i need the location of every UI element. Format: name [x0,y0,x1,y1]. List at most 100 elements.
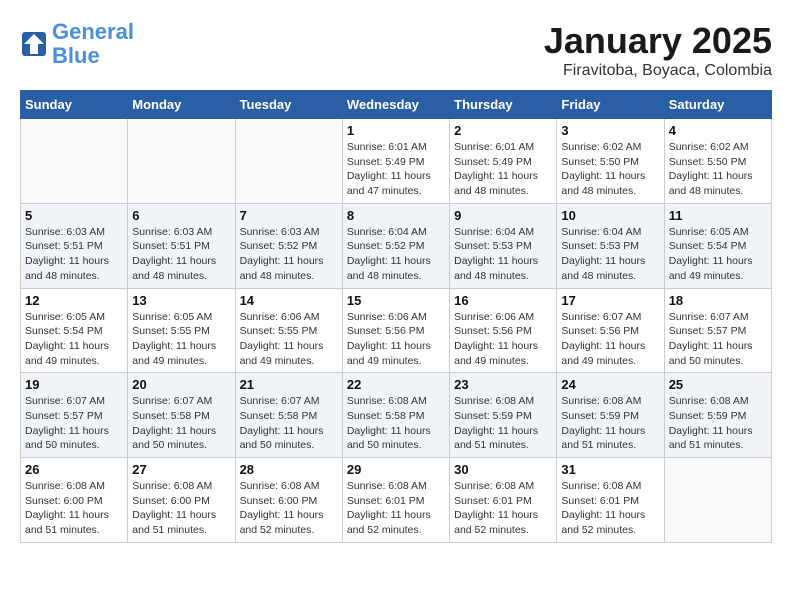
day-number: 31 [561,462,659,477]
day-info: Sunrise: 6:05 AM Sunset: 5:54 PM Dayligh… [25,310,123,369]
calendar-cell: 3 Sunrise: 6:02 AM Sunset: 5:50 PM Daylig… [557,119,664,204]
day-info: Sunrise: 6:06 AM Sunset: 5:56 PM Dayligh… [347,310,445,369]
calendar-cell [21,119,128,204]
day-header-tuesday: Tuesday [235,91,342,119]
calendar-cell: 24Sunrise: 6:08 AM Sunset: 5:59 PM Dayli… [557,373,664,458]
calendar-week-row: 19Sunrise: 6:07 AM Sunset: 5:57 PM Dayli… [21,373,772,458]
day-number: 18 [669,293,767,308]
month-title: January 2025 [544,20,772,62]
day-header-thursday: Thursday [450,91,557,119]
day-info: Sunrise: 6:07 AM Sunset: 5:58 PM Dayligh… [132,394,230,453]
day-number: 15 [347,293,445,308]
day-info: Sunrise: 6:04 AM Sunset: 5:53 PM Dayligh… [454,225,552,284]
day-info: Sunrise: 6:04 AM Sunset: 5:53 PM Dayligh… [561,225,659,284]
day-number: 27 [132,462,230,477]
day-header-wednesday: Wednesday [342,91,449,119]
calendar-cell: 7 Sunrise: 6:03 AM Sunset: 5:52 PM Daylig… [235,203,342,288]
day-number: 7 [240,208,338,223]
calendar-cell: 14Sunrise: 6:06 AM Sunset: 5:55 PM Dayli… [235,288,342,373]
calendar-cell: 1 Sunrise: 6:01 AM Sunset: 5:49 PM Daylig… [342,119,449,204]
day-info: Sunrise: 6:08 AM Sunset: 5:59 PM Dayligh… [669,394,767,453]
calendar-cell: 19Sunrise: 6:07 AM Sunset: 5:57 PM Dayli… [21,373,128,458]
calendar-cell: 17 Sunrise: 6:07 AM Sunset: 5:56 PM Dayli… [557,288,664,373]
day-info: Sunrise: 6:08 AM Sunset: 6:00 PM Dayligh… [25,479,123,538]
day-info: Sunrise: 6:02 AM Sunset: 5:50 PM Dayligh… [561,140,659,199]
day-number: 19 [25,377,123,392]
title-block: January 2025 Firavitoba, Boyaca, Colombi… [544,20,772,80]
calendar-cell [235,119,342,204]
calendar-cell: 23Sunrise: 6:08 AM Sunset: 5:59 PM Dayli… [450,373,557,458]
calendar-cell: 20 Sunrise: 6:07 AM Sunset: 5:58 PM Dayli… [128,373,235,458]
day-header-friday: Friday [557,91,664,119]
calendar-cell: 8 Sunrise: 6:04 AM Sunset: 5:52 PM Daylig… [342,203,449,288]
day-number: 6 [132,208,230,223]
calendar-cell: 2Sunrise: 6:01 AM Sunset: 5:49 PM Daylig… [450,119,557,204]
day-number: 9 [454,208,552,223]
day-number: 4 [669,123,767,138]
day-info: Sunrise: 6:06 AM Sunset: 5:56 PM Dayligh… [454,310,552,369]
calendar-cell: 28 Sunrise: 6:08 AM Sunset: 6:00 PM Dayli… [235,458,342,543]
calendar-cell: 21Sunrise: 6:07 AM Sunset: 5:58 PM Dayli… [235,373,342,458]
calendar-week-row: 26 Sunrise: 6:08 AM Sunset: 6:00 PM Dayli… [21,458,772,543]
day-info: Sunrise: 6:05 AM Sunset: 5:54 PM Dayligh… [669,225,767,284]
day-info: Sunrise: 6:02 AM Sunset: 5:50 PM Dayligh… [669,140,767,199]
calendar-cell: 5 Sunrise: 6:03 AM Sunset: 5:51 PM Daylig… [21,203,128,288]
day-info: Sunrise: 6:05 AM Sunset: 5:55 PM Dayligh… [132,310,230,369]
day-info: Sunrise: 6:08 AM Sunset: 6:01 PM Dayligh… [561,479,659,538]
day-info: Sunrise: 6:08 AM Sunset: 5:59 PM Dayligh… [454,394,552,453]
day-info: Sunrise: 6:08 AM Sunset: 6:00 PM Dayligh… [240,479,338,538]
day-header-sunday: Sunday [21,91,128,119]
calendar-cell [664,458,771,543]
day-info: Sunrise: 6:03 AM Sunset: 5:52 PM Dayligh… [240,225,338,284]
day-number: 21 [240,377,338,392]
day-number: 3 [561,123,659,138]
calendar-cell: 10Sunrise: 6:04 AM Sunset: 5:53 PM Dayli… [557,203,664,288]
day-info: Sunrise: 6:07 AM Sunset: 5:57 PM Dayligh… [669,310,767,369]
day-number: 17 [561,293,659,308]
calendar-week-row: 1 Sunrise: 6:01 AM Sunset: 5:49 PM Daylig… [21,119,772,204]
day-number: 28 [240,462,338,477]
day-header-monday: Monday [128,91,235,119]
day-number: 2 [454,123,552,138]
calendar-cell: 26 Sunrise: 6:08 AM Sunset: 6:00 PM Dayli… [21,458,128,543]
calendar-cell: 4 Sunrise: 6:02 AM Sunset: 5:50 PM Daylig… [664,119,771,204]
day-info: Sunrise: 6:01 AM Sunset: 5:49 PM Dayligh… [347,140,445,199]
day-number: 22 [347,377,445,392]
calendar-cell: 25 Sunrise: 6:08 AM Sunset: 5:59 PM Dayli… [664,373,771,458]
calendar-cell: 29Sunrise: 6:08 AM Sunset: 6:01 PM Dayli… [342,458,449,543]
day-number: 26 [25,462,123,477]
calendar-body: 1 Sunrise: 6:01 AM Sunset: 5:49 PM Daylig… [21,119,772,543]
day-info: Sunrise: 6:08 AM Sunset: 6:01 PM Dayligh… [454,479,552,538]
calendar-cell: 31 Sunrise: 6:08 AM Sunset: 6:01 PM Dayli… [557,458,664,543]
calendar-cell: 11Sunrise: 6:05 AM Sunset: 5:54 PM Dayli… [664,203,771,288]
day-info: Sunrise: 6:04 AM Sunset: 5:52 PM Dayligh… [347,225,445,284]
logo: General Blue [20,20,134,68]
logo-blue: Blue [52,43,100,68]
page-header: General Blue January 2025 Firavitoba, Bo… [20,20,772,80]
day-number: 13 [132,293,230,308]
calendar-cell: 9 Sunrise: 6:04 AM Sunset: 5:53 PM Daylig… [450,203,557,288]
day-info: Sunrise: 6:07 AM Sunset: 5:56 PM Dayligh… [561,310,659,369]
calendar-week-row: 12Sunrise: 6:05 AM Sunset: 5:54 PM Dayli… [21,288,772,373]
day-info: Sunrise: 6:08 AM Sunset: 6:00 PM Dayligh… [132,479,230,538]
day-number: 1 [347,123,445,138]
day-headers-row: SundayMondayTuesdayWednesdayThursdayFrid… [21,91,772,119]
day-info: Sunrise: 6:03 AM Sunset: 5:51 PM Dayligh… [25,225,123,284]
calendar-cell: 15 Sunrise: 6:06 AM Sunset: 5:56 PM Dayli… [342,288,449,373]
day-info: Sunrise: 6:08 AM Sunset: 5:58 PM Dayligh… [347,394,445,453]
day-number: 29 [347,462,445,477]
day-info: Sunrise: 6:06 AM Sunset: 5:55 PM Dayligh… [240,310,338,369]
calendar-cell [128,119,235,204]
day-number: 5 [25,208,123,223]
calendar-cell: 13 Sunrise: 6:05 AM Sunset: 5:55 PM Dayli… [128,288,235,373]
calendar-cell: 12Sunrise: 6:05 AM Sunset: 5:54 PM Dayli… [21,288,128,373]
day-number: 20 [132,377,230,392]
day-number: 25 [669,377,767,392]
day-info: Sunrise: 6:03 AM Sunset: 5:51 PM Dayligh… [132,225,230,284]
calendar-table: SundayMondayTuesdayWednesdayThursdayFrid… [20,90,772,543]
calendar-week-row: 5 Sunrise: 6:03 AM Sunset: 5:51 PM Daylig… [21,203,772,288]
location-subtitle: Firavitoba, Boyaca, Colombia [544,62,772,80]
logo-icon [20,30,48,58]
day-number: 8 [347,208,445,223]
day-number: 16 [454,293,552,308]
